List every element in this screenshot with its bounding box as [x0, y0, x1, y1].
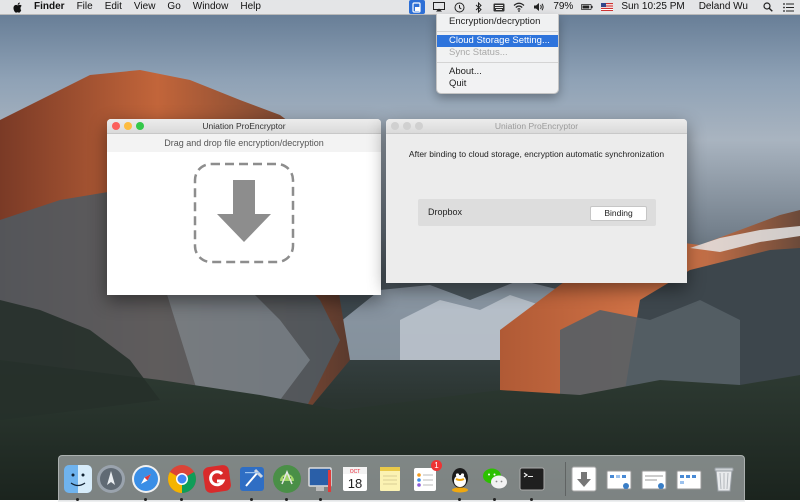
- apple-icon[interactable]: [12, 1, 24, 13]
- battery-percent[interactable]: 79%: [553, 0, 573, 14]
- launchpad-icon[interactable]: [96, 464, 126, 494]
- applications-stack-icon[interactable]: [674, 464, 704, 494]
- user-name[interactable]: Deland Wu: [699, 0, 748, 14]
- drop-window: Uniation ProEncryptor Drag and drop file…: [107, 119, 381, 295]
- dock: OCT 18 1: [58, 455, 745, 502]
- drop-zone[interactable]: [193, 162, 295, 264]
- drop-window-title: Uniation ProEncryptor: [202, 121, 286, 131]
- menu-separator: [437, 62, 558, 63]
- calendar-icon[interactable]: OCT 18: [340, 464, 370, 494]
- downloads-stack-icon[interactable]: [569, 464, 599, 494]
- close-button[interactable]: [391, 122, 399, 130]
- documents-stack-icon[interactable]: [604, 464, 634, 494]
- battery-icon[interactable]: [581, 2, 593, 13]
- menu-edit[interactable]: Edit: [105, 0, 122, 14]
- trash-icon[interactable]: [709, 464, 739, 494]
- proencryptor-tray-icon[interactable]: [409, 0, 426, 14]
- cloud-window-titlebar[interactable]: Uniation ProEncryptor: [386, 119, 687, 134]
- reminders-badge: 1: [431, 460, 442, 471]
- spotlight-search-icon[interactable]: [762, 2, 774, 13]
- menu-item-quit[interactable]: Quit: [437, 78, 558, 90]
- cloud-window-title: Uniation ProEncryptor: [494, 121, 579, 131]
- clock[interactable]: Sun 10:25 PM: [621, 0, 684, 14]
- drop-window-subtitle: Drag and drop file encryption/decryption: [107, 134, 381, 152]
- android-studio-icon[interactable]: [272, 464, 302, 494]
- minimize-button[interactable]: [124, 122, 132, 130]
- notification-center-icon[interactable]: [782, 2, 794, 13]
- menu-item-about[interactable]: About...: [437, 66, 558, 78]
- minimize-button[interactable]: [403, 122, 411, 130]
- menu-help[interactable]: Help: [240, 0, 261, 14]
- keyboard-icon[interactable]: [493, 2, 505, 13]
- dock-separator: [565, 462, 566, 496]
- qq-icon[interactable]: [445, 464, 475, 494]
- chrome-icon[interactable]: [167, 464, 197, 494]
- terminal-icon[interactable]: [517, 464, 547, 494]
- wechat-icon[interactable]: [480, 464, 510, 494]
- download-arrow-icon: [193, 162, 295, 264]
- menu-separator: [437, 31, 558, 32]
- menu-item-encryption-decryption[interactable]: Encryption/decryption: [437, 16, 558, 28]
- zoom-button[interactable]: [136, 122, 144, 130]
- volume-icon[interactable]: [533, 2, 545, 13]
- safari-icon[interactable]: [131, 464, 161, 494]
- time-machine-icon[interactable]: [453, 2, 465, 13]
- binding-button[interactable]: Binding: [590, 206, 647, 221]
- desktop-stack-icon[interactable]: [639, 464, 669, 494]
- cloud-sync-message: After binding to cloud storage, encrypti…: [408, 149, 665, 159]
- airplay-icon[interactable]: [433, 2, 446, 13]
- wifi-icon[interactable]: [513, 2, 525, 13]
- calendar-month: OCT: [350, 469, 361, 475]
- notes-icon[interactable]: [375, 464, 405, 494]
- finder-icon[interactable]: [63, 464, 93, 494]
- menu-window[interactable]: Window: [193, 0, 229, 14]
- drop-window-titlebar[interactable]: Uniation ProEncryptor: [107, 119, 381, 134]
- zoom-button[interactable]: [415, 122, 423, 130]
- menu-file[interactable]: File: [77, 0, 93, 14]
- menu-view[interactable]: View: [134, 0, 156, 14]
- dropbox-label: Dropbox: [428, 207, 463, 217]
- menu-item-cloud-storage-setting[interactable]: Cloud Storage Setting...: [437, 35, 558, 47]
- screen-app-icon[interactable]: [306, 464, 336, 494]
- us-flag-icon[interactable]: [601, 2, 614, 13]
- red-g-app-icon[interactable]: [202, 464, 232, 494]
- close-button[interactable]: [112, 122, 120, 130]
- menu-go[interactable]: Go: [167, 0, 180, 14]
- bluetooth-icon[interactable]: [473, 1, 485, 13]
- tray-dropdown-menu: Encryption/decryption Cloud Storage Sett…: [436, 14, 559, 94]
- calendar-day: 18: [348, 476, 362, 491]
- xcode-icon[interactable]: [237, 464, 267, 494]
- dropbox-row: Dropbox Binding: [418, 199, 656, 226]
- cloud-storage-window: Uniation ProEncryptor After binding to c…: [386, 119, 687, 283]
- menu-item-sync-status: Sync Status...: [449, 47, 508, 58]
- menu-app-name[interactable]: Finder: [34, 0, 65, 14]
- menu-bar: Finder File Edit View Go Window Help 79%: [0, 0, 800, 15]
